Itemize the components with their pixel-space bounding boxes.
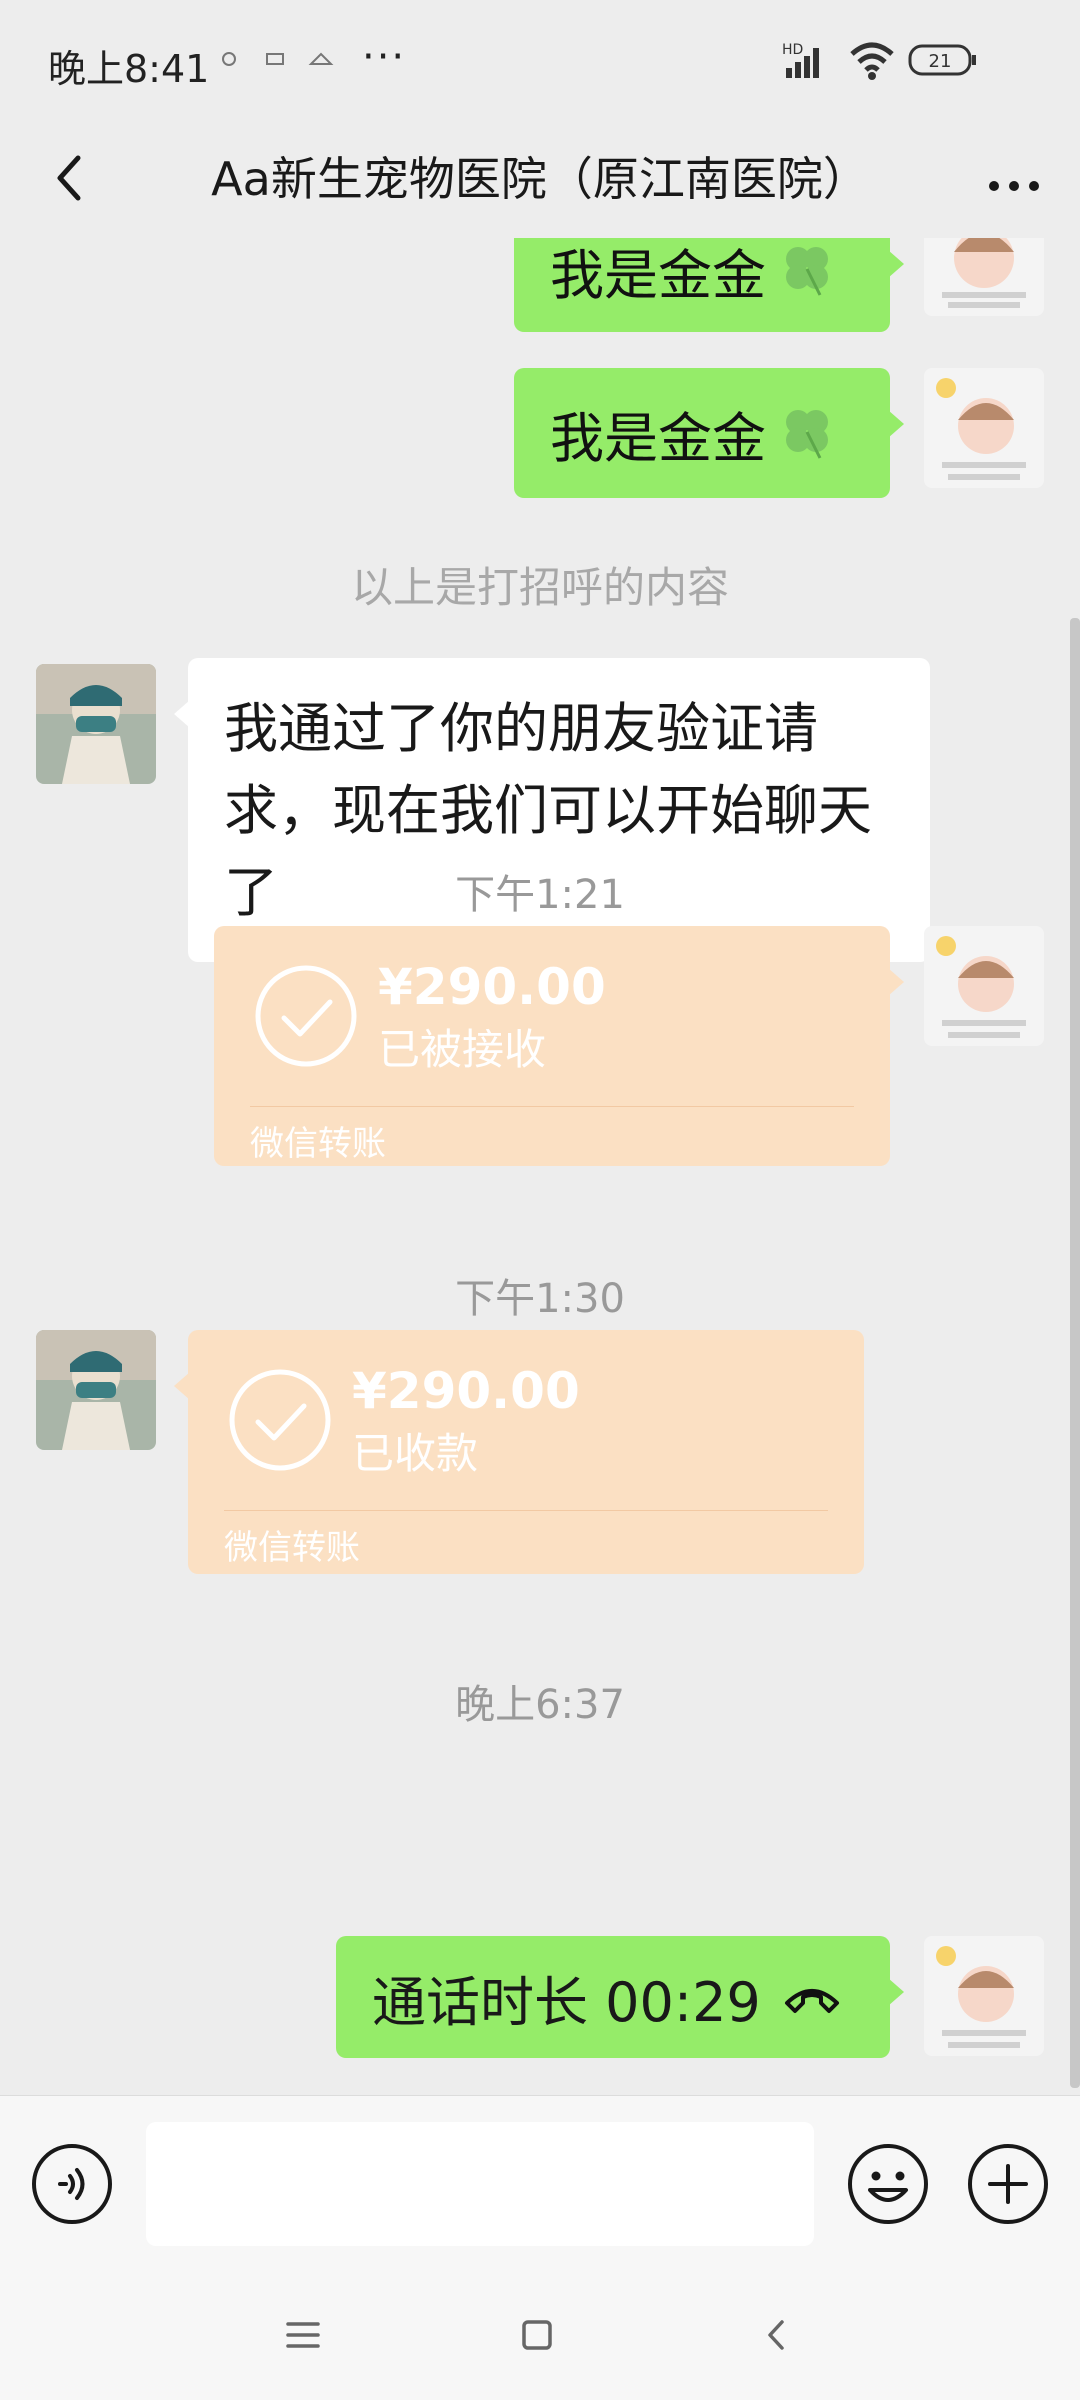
greeting-notice: 以上是打招呼的内容	[350, 563, 729, 612]
status-time: 晚上8:41	[48, 47, 210, 91]
chat-title: Aa新生宠物医院（原江南医院）	[211, 152, 869, 206]
transfer-card[interactable]: ¥290.00 已被接收 微信转账	[214, 926, 904, 1166]
my-message-bubble[interactable]: 我是金金	[514, 368, 904, 498]
notification-icon	[266, 53, 284, 65]
phone-hangup-icon	[784, 1989, 839, 2013]
home-icon[interactable]	[512, 2310, 562, 2360]
battery-icon: 21	[908, 44, 976, 76]
scrollbar[interactable]	[1070, 618, 1080, 2088]
input-bar	[0, 2095, 1080, 2270]
my-message-bubble[interactable]: 我是金金	[514, 238, 904, 332]
check-circle-icon	[229, 1369, 331, 1471]
message-text: 我是金金	[550, 243, 766, 307]
chat-area[interactable]: 我是金金 我是金金 以上是打招呼的内容 我通过了你的朋友验证请求，现在我们可以开…	[0, 238, 1080, 2095]
emoji-icon[interactable]	[846, 2142, 930, 2226]
my-avatar[interactable]	[924, 1936, 1044, 2056]
transfer-status: 已被接收	[378, 1025, 547, 1074]
contact-avatar[interactable]	[36, 664, 156, 784]
contact-avatar[interactable]	[36, 1330, 156, 1450]
voice-input-icon[interactable]	[30, 2142, 114, 2226]
network-label: HD	[782, 42, 803, 58]
divider	[250, 1106, 854, 1107]
message-input[interactable]	[146, 2122, 814, 2246]
status-bar: 晚上8:41 ··· HD 21	[0, 0, 1080, 120]
transfer-status: 已收款	[352, 1429, 479, 1478]
battery-level: 21	[929, 51, 952, 72]
transfer-card[interactable]: ¥290.00 已收款 微信转账	[174, 1330, 864, 1574]
transfer-label: 微信转账	[224, 1528, 360, 1568]
more-options-icon[interactable]	[972, 138, 1056, 218]
four-leaf-clover-icon	[786, 410, 828, 459]
message-text: 我是金金	[550, 406, 766, 470]
back-icon[interactable]	[752, 2310, 802, 2360]
nav-bar: Aa新生宠物医院（原江南医院）	[0, 120, 1080, 238]
timestamp: 晚上6:37	[455, 1682, 625, 1728]
signal-icon: HD	[782, 42, 819, 78]
divider	[224, 1510, 828, 1511]
system-navigation-bar	[0, 2270, 1080, 2400]
wifi-icon	[850, 42, 894, 80]
four-leaf-clover-icon	[786, 247, 828, 296]
transfer-label: 微信转账	[250, 1124, 386, 1164]
my-avatar[interactable]	[924, 368, 1044, 488]
my-avatar[interactable]	[924, 238, 1044, 316]
back-arrow-icon[interactable]	[36, 138, 116, 218]
call-duration-bubble[interactable]: 通话时长 00:29	[336, 1936, 904, 2058]
timestamp: 下午1:21	[455, 872, 625, 918]
notification-icon	[308, 52, 334, 65]
call-duration-text: 通话时长 00:29	[372, 1970, 761, 2034]
transfer-amount: ¥290.00	[352, 1362, 580, 1420]
plus-icon[interactable]	[966, 2142, 1050, 2226]
menu-icon[interactable]	[278, 2310, 328, 2360]
notification-icon	[222, 52, 236, 66]
status-more-dots: ···	[362, 34, 407, 80]
my-avatar[interactable]	[924, 926, 1044, 1046]
timestamp: 下午1:30	[455, 1276, 625, 1322]
transfer-amount: ¥290.00	[378, 958, 606, 1016]
check-circle-icon	[255, 965, 357, 1067]
status-icons: HD 21	[782, 42, 976, 80]
